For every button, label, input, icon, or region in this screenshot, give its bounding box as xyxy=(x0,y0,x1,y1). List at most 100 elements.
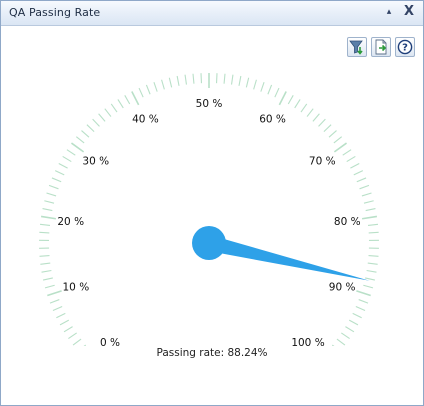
gauge-minor-tick xyxy=(366,269,377,273)
gauge-tick-label: 40 % xyxy=(132,113,159,125)
gauge-minor-tick xyxy=(336,338,346,346)
gauge-minor-tick xyxy=(238,75,242,86)
gauge-needle-hub xyxy=(192,226,226,260)
gauge-minor-tick xyxy=(368,231,379,234)
gauge-minor-tick xyxy=(363,200,374,204)
gauge-minor-tick xyxy=(46,192,57,197)
gauge-minor-tick xyxy=(184,74,188,85)
gauge-minor-tick xyxy=(66,149,76,156)
gauge-minor-tick xyxy=(245,77,250,88)
gauge-minor-tick xyxy=(176,75,180,86)
gauge-minor-tick xyxy=(56,312,66,319)
gauge-minor-tick xyxy=(104,108,112,117)
pin-icon[interactable]: ▴ xyxy=(381,4,397,20)
passing-rate-label: Passing rate: xyxy=(156,347,225,359)
gauge-major-tick xyxy=(356,290,371,297)
gauge-ticks xyxy=(39,73,379,346)
passing-rate-value: 88.24% xyxy=(227,347,268,359)
gauge-tick-label: 90 % xyxy=(329,281,356,293)
gauge-minor-tick xyxy=(124,95,131,105)
gauge-major-tick xyxy=(333,142,348,153)
gauge-minor-tick xyxy=(348,319,359,326)
gauge-tick-label: 100 % xyxy=(291,337,324,346)
gauge-minor-tick xyxy=(63,326,73,333)
gauge-minor-tick xyxy=(353,170,364,176)
gauge-minor-tick xyxy=(318,118,326,127)
gauge-major-tick xyxy=(40,215,57,220)
gauge-minor-tick xyxy=(346,155,356,163)
close-icon[interactable]: X xyxy=(401,4,417,20)
gauge-minor-tick xyxy=(223,73,226,84)
gauge-major-tick xyxy=(47,290,62,297)
gauge-minor-tick xyxy=(59,319,70,326)
gauge-needle-pointer xyxy=(207,235,370,281)
gauge-minor-tick xyxy=(365,207,376,212)
gauge-minor-tick xyxy=(365,277,376,281)
gauge-tick-label: 50 % xyxy=(196,98,223,110)
gauge-minor-tick xyxy=(72,338,82,346)
gauge-minor-tick xyxy=(44,284,55,289)
gauge-minor-tick xyxy=(44,200,55,204)
gauge-tick-label: 30 % xyxy=(82,156,109,168)
gauge-minor-tick xyxy=(58,162,68,169)
gauge-minor-tick xyxy=(300,103,308,113)
gauge-minor-tick xyxy=(39,231,50,234)
gauge-minor-tick xyxy=(260,81,265,92)
gauge-minor-tick xyxy=(145,84,151,95)
gauge-minor-tick xyxy=(92,118,100,127)
gauge-minor-tick xyxy=(75,136,85,144)
gauge-minor-tick xyxy=(62,155,72,163)
gauge-minor-tick xyxy=(306,108,314,117)
gauge-major-tick xyxy=(278,91,287,106)
gauge-minor-tick xyxy=(40,262,51,265)
gauge-tick-label: 60 % xyxy=(259,113,286,125)
title-bar[interactable]: QA Passing Rate ▴ X xyxy=(1,1,423,26)
gauge-minor-tick xyxy=(86,124,95,133)
gauge-minor-tick xyxy=(230,74,234,85)
gauge-minor-tick xyxy=(49,299,60,304)
gauge-minor-tick xyxy=(350,162,360,169)
gauge-minor-tick xyxy=(331,344,335,346)
gauge-tick-label: 70 % xyxy=(309,156,336,168)
gauge-minor-tick xyxy=(117,99,124,109)
gauge-minor-tick xyxy=(54,170,65,176)
gauge-minor-tick xyxy=(367,223,379,226)
gauge-minor-tick xyxy=(83,344,87,346)
gauge-tick-label: 20 % xyxy=(57,216,84,228)
gauge-minor-tick xyxy=(345,326,355,333)
passing-rate-text: Passing rate: 88.24% xyxy=(1,347,423,359)
gauge-minor-tick xyxy=(98,113,106,122)
gauge-minor-tick xyxy=(42,207,53,212)
gauge-minor-tick xyxy=(323,124,332,133)
gauge-minor-tick xyxy=(161,79,165,90)
gauge-minor-tick xyxy=(342,149,352,156)
gauge-needle xyxy=(192,226,370,281)
gauge-minor-tick xyxy=(352,312,362,319)
gauge-minor-tick xyxy=(168,77,173,88)
gauge-minor-tick xyxy=(81,130,90,138)
gauge-tick-label: 10 % xyxy=(63,281,90,293)
gauge-minor-tick xyxy=(253,79,257,90)
gauge-minor-tick xyxy=(294,99,301,109)
gauge-minor-tick xyxy=(312,113,320,122)
gauge-minor-tick xyxy=(355,306,366,312)
gauge-minor-tick xyxy=(42,277,53,281)
gauge-minor-tick xyxy=(51,177,62,183)
gauge-minor-tick xyxy=(138,87,144,98)
gauge-minor-tick xyxy=(367,262,378,265)
gauge-minor-tick xyxy=(39,255,50,257)
gauge-tick-label: 80 % xyxy=(334,216,361,228)
gauge-minor-tick xyxy=(274,87,280,98)
gauge-minor-tick xyxy=(356,177,367,183)
gauge-minor-tick xyxy=(153,81,158,92)
gauge-minor-tick xyxy=(192,73,195,84)
gauge-major-tick xyxy=(131,91,140,106)
gauge-minor-tick xyxy=(267,84,273,95)
gauge-minor-tick xyxy=(39,223,51,226)
gauge-minor-tick xyxy=(328,130,337,138)
qa-passing-rate-window: QA Passing Rate ▴ X ? 0 % 10 % 20 % 30 %… xyxy=(0,0,424,406)
passing-rate-gauge: 0 % 10 % 20 % 30 % 40 % 50 % 60 % 70 % 80 % 90 % 1… xyxy=(39,73,379,346)
gauge-minor-tick xyxy=(287,95,294,105)
gauge-minor-tick xyxy=(110,103,118,113)
gauge-tick-labels: 0 % 10 % 20 % 30 % 40 % 50 % 60 % 70 % 80 % 90 % 1… xyxy=(57,98,360,346)
